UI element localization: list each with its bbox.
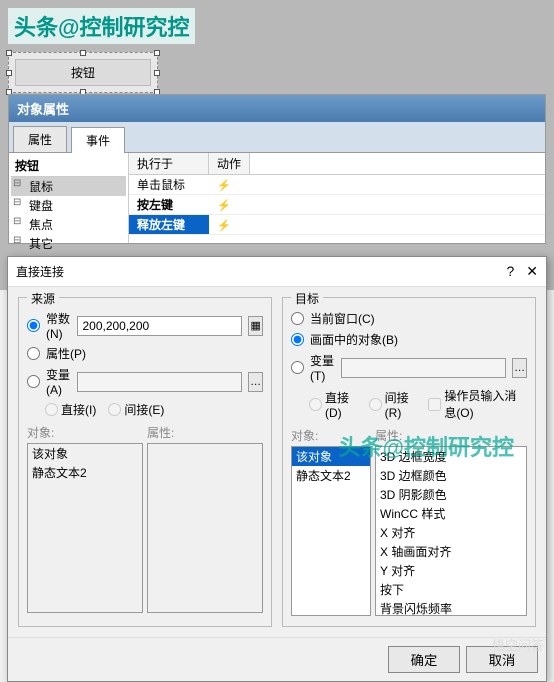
tgt-object-list[interactable]: 该对象 静态文本2 (291, 446, 371, 616)
close-icon[interactable]: ✕ (526, 263, 538, 280)
dialog-titlebar[interactable]: 直接连接 ? ✕ (8, 257, 546, 287)
grid-row[interactable]: 按左键 (129, 195, 545, 215)
source-group: 来源 常数(N) ▦ 属性(P) 变量(A) … 直接(I) 间接(E) (18, 297, 272, 627)
properties-panel: 对象属性 属性 事件 按钮 鼠标 键盘 焦点 其它 执行于 动作 单击鼠标 按左… (8, 94, 546, 244)
dialog-title: 直接连接 (16, 263, 64, 280)
properties-title: 对象属性 (9, 95, 545, 122)
grid-row[interactable]: 单击鼠标 (129, 175, 545, 195)
list-item[interactable]: 该对象 (292, 447, 370, 466)
label-target-variable: 变量(T) (310, 352, 335, 383)
target-group: 目标 当前窗口(C) 画面中的对象(B) 变量(T) … 直接(D) 间接(R)… (282, 297, 536, 627)
grid-row[interactable]: 释放左键 (129, 215, 545, 235)
tgt-prop-label: 属性: (375, 427, 527, 444)
direct-connection-dialog: 直接连接 ? ✕ 来源 常数(N) ▦ 属性(P) 变量(A) … (7, 256, 547, 682)
target-variable-input (341, 358, 506, 378)
tree-item-keyboard[interactable]: 键盘 (11, 196, 126, 215)
design-canvas: 头条@控制研究控 按钮 对象属性 属性 事件 按钮 鼠标 键盘 焦点 其它 执行… (0, 0, 554, 290)
list-item[interactable]: X 轴画面对齐 (376, 542, 526, 561)
tree-item-focus[interactable]: 焦点 (11, 215, 126, 234)
help-icon[interactable]: ? (506, 263, 514, 280)
variable-input (77, 372, 242, 392)
target-group-label: 目标 (291, 290, 323, 307)
tab-attributes[interactable]: 属性 (13, 126, 67, 152)
tree-header: 按钮 (11, 155, 126, 177)
check-operator-msg (428, 398, 441, 411)
label-property: 属性(P) (46, 345, 86, 362)
cancel-button[interactable]: 取消 (466, 646, 538, 673)
grid-header-exec: 执行于 (129, 153, 209, 174)
button-widget[interactable]: 按钮 (8, 52, 158, 93)
properties-tabs: 属性 事件 (9, 122, 545, 153)
tree-item-other[interactable]: 其它 (11, 234, 126, 253)
label-constant: 常数(N) (46, 310, 71, 341)
bolt-icon (209, 217, 239, 233)
tgt-property-list[interactable]: 3D 边框宽度 3D 边框颜色 3D 阴影颜色 WinCC 样式 X 对齐 X … (375, 446, 527, 616)
radio-constant[interactable] (27, 319, 40, 332)
button-widget-label: 按钮 (15, 59, 151, 86)
watermark-text: 头条@控制研究控 (8, 8, 195, 44)
radio-property[interactable] (27, 347, 40, 360)
list-item[interactable]: X 对齐 (376, 523, 526, 542)
list-item[interactable]: WinCC 样式 (376, 504, 526, 523)
list-item[interactable]: 背景闪烁频率 (376, 599, 526, 616)
tgt-obj-label: 对象: (291, 427, 371, 444)
radio-indirect-tgt (369, 398, 382, 411)
src-object-list: 该对象 静态文本2 (27, 443, 143, 613)
tree-item-mouse[interactable]: 鼠标 (11, 177, 126, 196)
label-object-in-screen: 画面中的对象(B) (310, 331, 398, 348)
tab-events[interactable]: 事件 (71, 127, 125, 153)
browse-icon[interactable]: … (512, 358, 527, 378)
radio-target-variable[interactable] (291, 361, 304, 374)
ok-button[interactable]: 确定 (388, 646, 460, 673)
bolt-icon (209, 197, 239, 213)
bolt-icon (209, 177, 239, 193)
list-item[interactable]: 按下 (376, 580, 526, 599)
event-tree[interactable]: 按钮 鼠标 键盘 焦点 其它 (9, 153, 129, 243)
list-item: 静态文本2 (28, 463, 142, 482)
browse-icon[interactable]: … (248, 372, 263, 392)
radio-object-in-screen[interactable] (291, 333, 304, 346)
src-obj-label: 对象: (27, 424, 143, 441)
source-group-label: 来源 (27, 290, 59, 307)
list-item[interactable]: 静态文本2 (292, 466, 370, 485)
label-variable: 变量(A) (46, 366, 71, 397)
constant-input[interactable] (77, 316, 242, 336)
grid-header-action: 动作 (209, 153, 250, 174)
radio-current-window[interactable] (291, 312, 304, 325)
list-item: 该对象 (28, 444, 142, 463)
radio-direct-tgt (309, 398, 322, 411)
list-item[interactable]: 3D 边框颜色 (376, 466, 526, 485)
event-grid: 执行于 动作 单击鼠标 按左键 释放左键 (129, 153, 545, 243)
label-current-window: 当前窗口(C) (310, 310, 375, 327)
radio-variable[interactable] (27, 375, 40, 388)
src-prop-label: 属性: (147, 424, 263, 441)
src-property-list (147, 443, 263, 613)
list-item[interactable]: 3D 边框宽度 (376, 447, 526, 466)
list-item[interactable]: Y 对齐 (376, 561, 526, 580)
picker-icon[interactable]: ▦ (248, 316, 263, 336)
radio-direct-src (45, 403, 58, 416)
list-item[interactable]: 3D 阴影颜色 (376, 485, 526, 504)
radio-indirect-src (108, 403, 121, 416)
